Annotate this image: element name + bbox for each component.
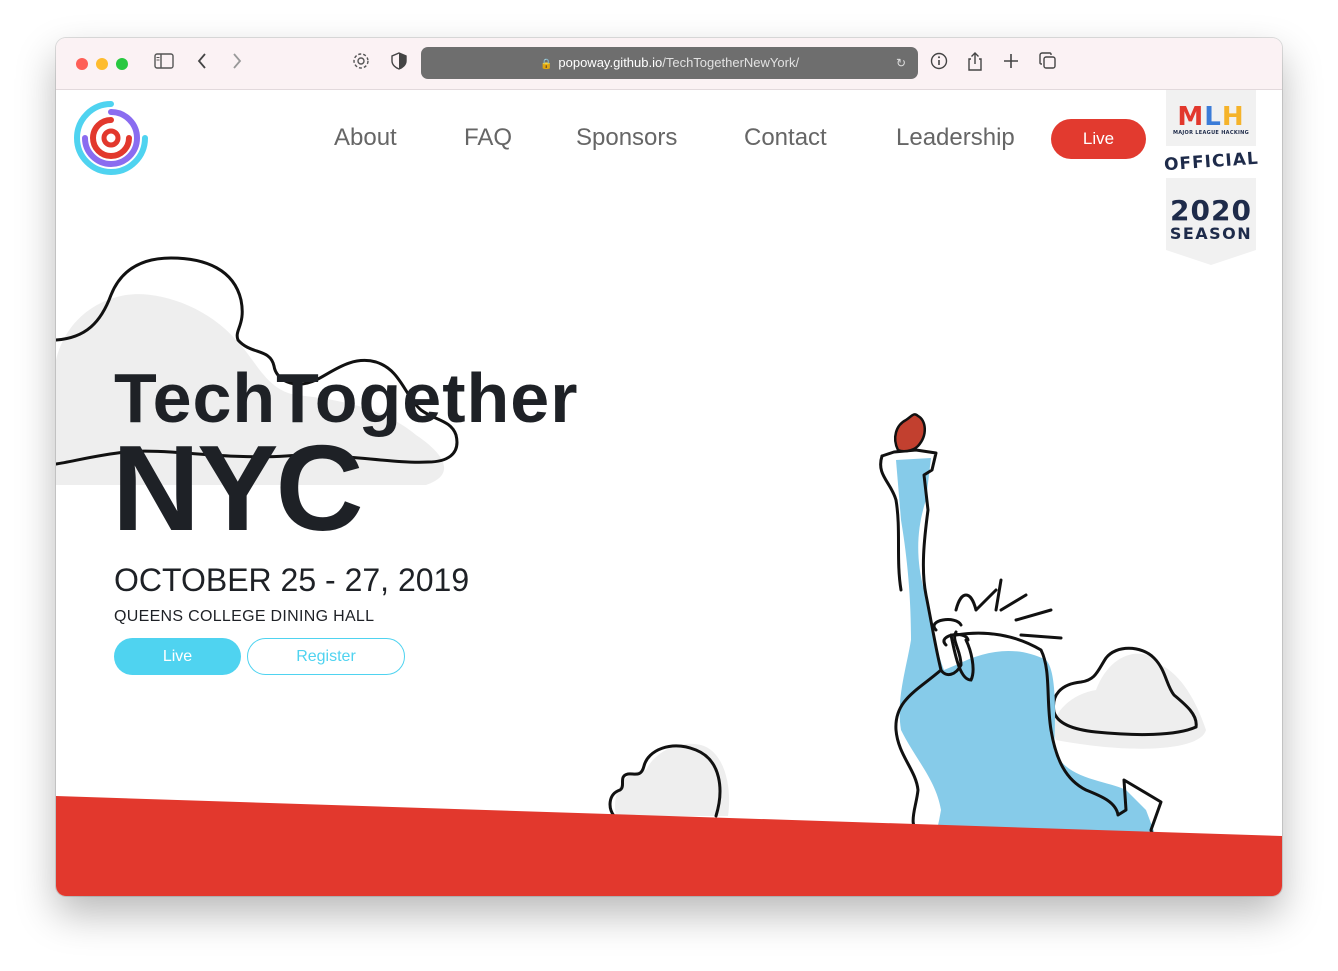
browser-window: 🔒 popoway.github.io/TechTogetherNewYork/ … bbox=[56, 38, 1282, 896]
nav-faq[interactable]: FAQ bbox=[464, 124, 512, 152]
nav-sponsors[interactable]: Sponsors bbox=[576, 124, 677, 152]
translate-reload-icon[interactable]: ↻ bbox=[896, 47, 906, 79]
nav-contact[interactable]: Contact bbox=[744, 124, 827, 152]
mlh-badge[interactable]: MLH MAJOR LEAGUE HACKING OFFICIAL 2020 S… bbox=[1163, 90, 1259, 265]
mlh-year: 2020 bbox=[1170, 194, 1252, 227]
mlh-logo-text: MLH bbox=[1177, 102, 1245, 132]
forward-icon[interactable] bbox=[225, 52, 249, 76]
register-button[interactable]: Register bbox=[247, 638, 405, 675]
small-cloud-fill bbox=[615, 743, 730, 816]
nav-about[interactable]: About bbox=[334, 124, 397, 152]
info-icon[interactable] bbox=[927, 52, 951, 76]
zoom-window-button[interactable] bbox=[116, 58, 128, 70]
url-host: popoway.github.io bbox=[558, 55, 663, 70]
sidebar-toggle-icon[interactable] bbox=[152, 52, 176, 76]
close-window-button[interactable] bbox=[76, 58, 88, 70]
privacy-shield-icon[interactable] bbox=[387, 52, 411, 76]
mlh-tagline: MAJOR LEAGUE HACKING bbox=[1172, 130, 1250, 136]
address-bar[interactable]: 🔒 popoway.github.io/TechTogetherNewYork/ … bbox=[421, 47, 918, 79]
minimize-window-button[interactable] bbox=[96, 58, 108, 70]
back-icon[interactable] bbox=[190, 52, 214, 76]
hero-city: NYC bbox=[112, 420, 364, 556]
lock-icon: 🔒 bbox=[539, 59, 553, 70]
web-page: About FAQ Sponsors Contact Leadership Li… bbox=[56, 90, 1282, 896]
event-date: OCTOBER 25 - 27, 2019 bbox=[114, 562, 470, 598]
torch-flame bbox=[894, 413, 926, 453]
new-tab-icon[interactable] bbox=[999, 52, 1023, 76]
nav-live-button[interactable]: Live bbox=[1051, 119, 1146, 159]
browser-toolbar: 🔒 popoway.github.io/TechTogetherNewYork/ … bbox=[56, 38, 1282, 90]
hero-live-button[interactable]: Live bbox=[114, 638, 241, 675]
event-venue: QUEENS COLLEGE DINING HALL bbox=[114, 608, 375, 625]
share-icon[interactable] bbox=[963, 52, 987, 76]
mlh-season: SEASON bbox=[1169, 224, 1253, 243]
techtogether-logo[interactable] bbox=[73, 100, 149, 176]
settings-gear-icon[interactable] bbox=[349, 52, 373, 76]
tab-overview-icon[interactable] bbox=[1036, 52, 1060, 76]
url-path: /TechTogetherNewYork/ bbox=[662, 55, 800, 70]
nav-leadership[interactable]: Leadership bbox=[896, 124, 1015, 152]
